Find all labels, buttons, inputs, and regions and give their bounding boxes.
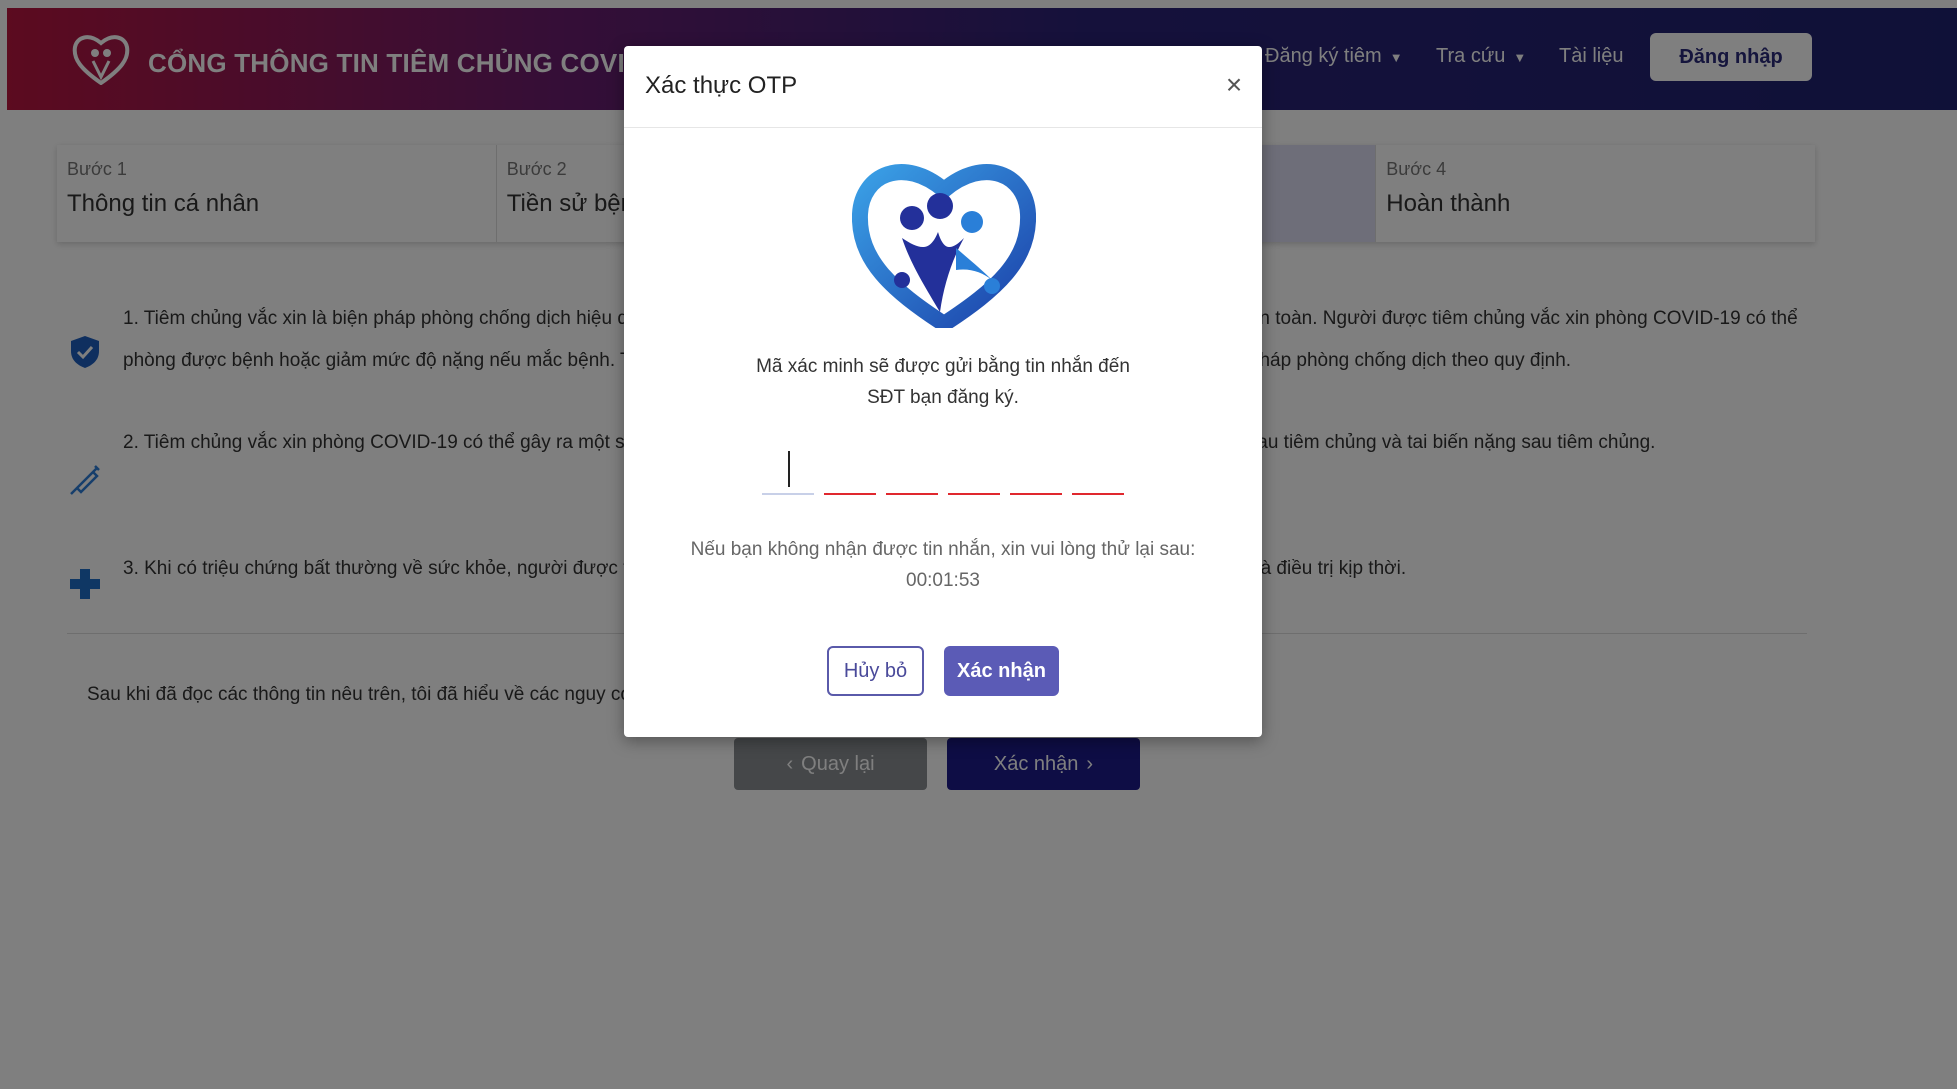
otp-input-group <box>762 443 1124 495</box>
heart-family-logo-icon <box>852 164 1036 328</box>
close-icon[interactable]: × <box>1220 68 1248 102</box>
resend-info: Nếu bạn không nhận được tin nhắn, xin vu… <box>624 534 1262 596</box>
countdown-timer: 00:01:53 <box>906 570 980 591</box>
modal-header: Xác thực OTP × <box>624 46 1262 128</box>
otp-instructions-line2: SĐT bạn đăng ký. <box>867 387 1019 408</box>
resend-text: Nếu bạn không nhận được tin nhắn, xin vu… <box>690 539 1196 560</box>
otp-modal: Xác thực OTP × Mã xác minh sẽ được gửi b… <box>624 46 1262 737</box>
otp-instructions: Mã xác minh sẽ được gửi bằng tin nhắn đế… <box>624 351 1262 413</box>
otp-digit-3[interactable] <box>886 443 938 495</box>
cancel-button[interactable]: Hủy bỏ <box>827 646 924 696</box>
otp-digit-2[interactable] <box>824 443 876 495</box>
otp-digit-1[interactable] <box>762 443 814 495</box>
otp-digit-6[interactable] <box>1072 443 1124 495</box>
otp-digit-5[interactable] <box>1010 443 1062 495</box>
otp-digit-4[interactable] <box>948 443 1000 495</box>
confirm-otp-button[interactable]: Xác nhận <box>944 646 1059 696</box>
modal-title: Xác thực OTP <box>645 72 798 99</box>
otp-instructions-line1: Mã xác minh sẽ được gửi bằng tin nhắn đế… <box>756 356 1130 377</box>
